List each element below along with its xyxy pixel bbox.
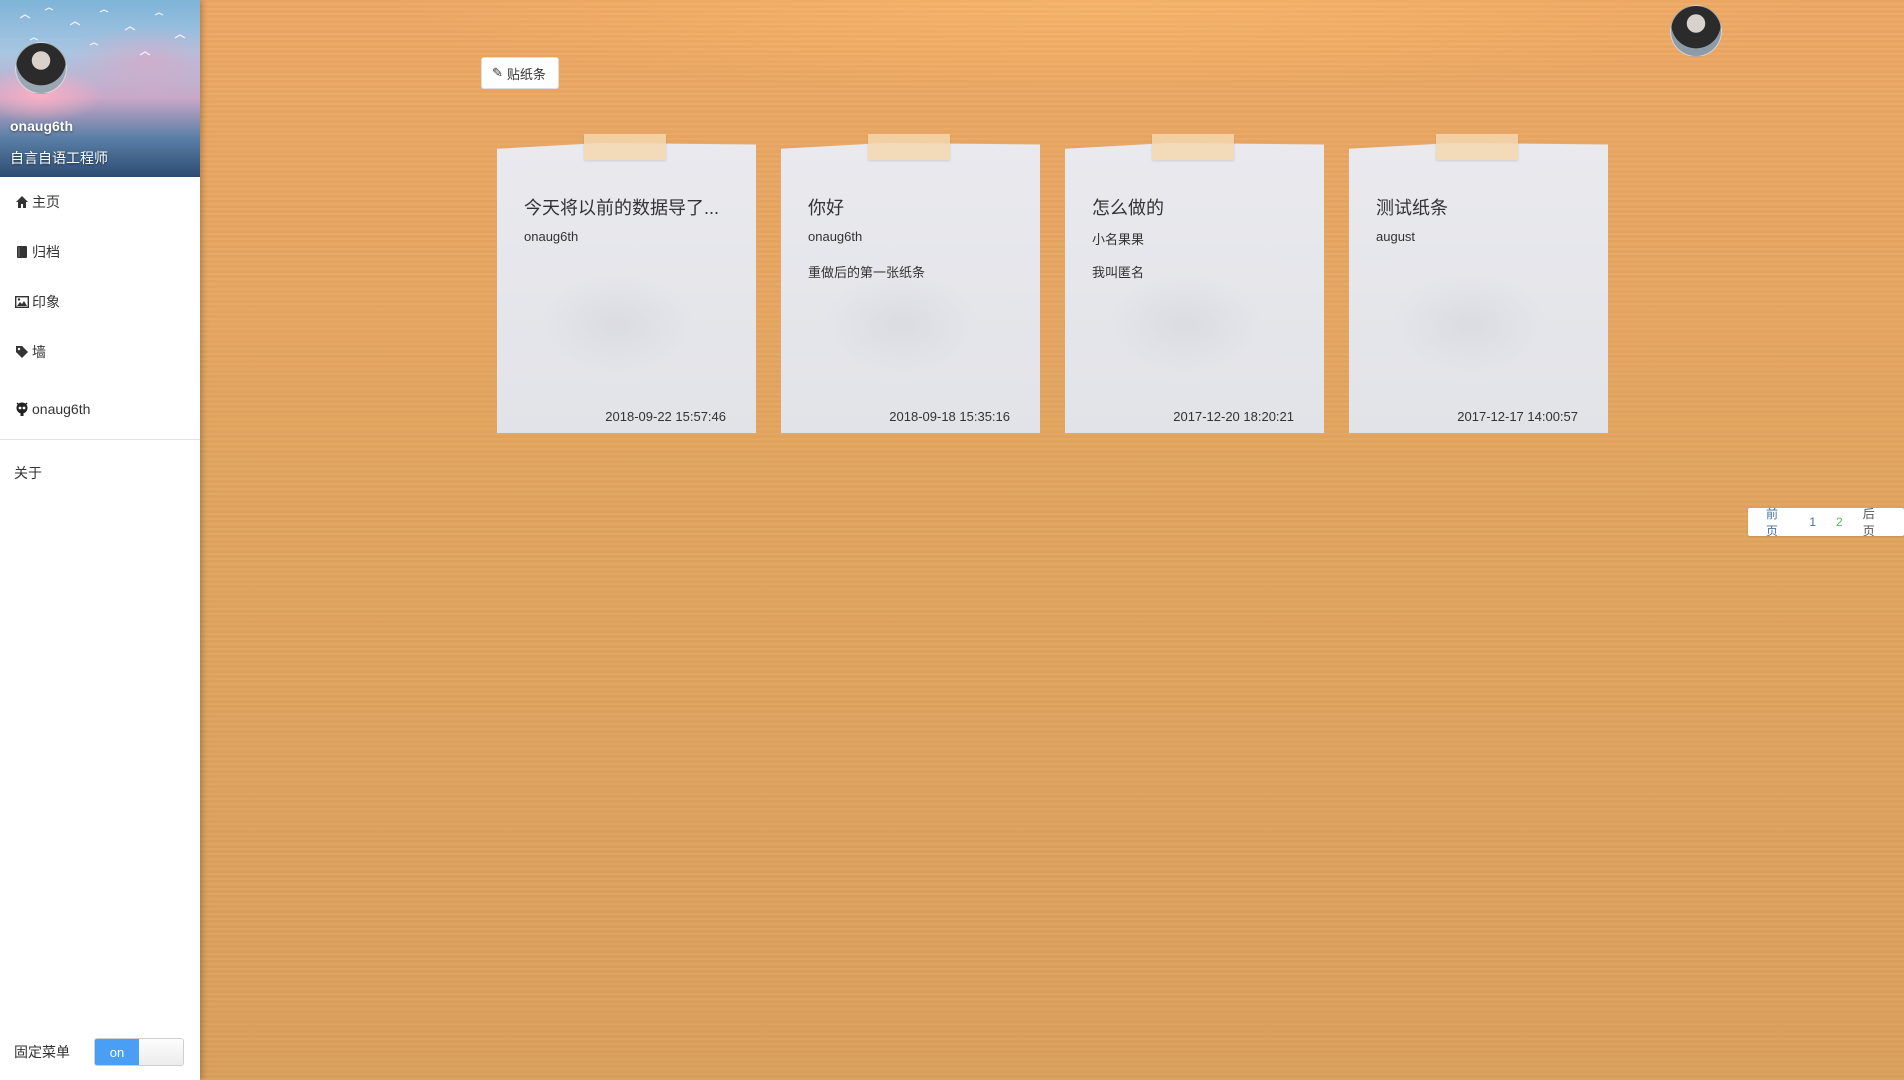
note-author: 小名果果 [1092, 232, 1145, 247]
note-time: 2017-12-17 14:00:57 [1457, 409, 1578, 424]
note-card[interactable]: 测试纸条 august 2017-12-17 14:00:57 [1349, 143, 1608, 433]
profile-bio: 自言自语工程师 [10, 150, 108, 166]
pager-prev[interactable]: 前页 [1756, 505, 1799, 539]
note-title: 你好 [808, 198, 844, 218]
pager-page-1[interactable]: 1 [1799, 515, 1826, 529]
tape-decoration [1436, 134, 1518, 160]
profile-banner: onaug6th 自言自语工程师 [0, 0, 200, 177]
tape-decoration [1152, 134, 1234, 160]
toggle-off-state [139, 1039, 183, 1065]
note-author: august [1376, 229, 1416, 244]
sidebar-item-wall[interactable]: 墙 [0, 327, 200, 377]
compose-note-label: 贴纸条 [506, 66, 546, 82]
github-icon [14, 401, 30, 417]
toggle-on-state: on [95, 1039, 139, 1065]
note-card[interactable]: 今天将以前的数据导了... onaug6th 2018-09-22 15:57:… [497, 143, 756, 433]
compose-note-button[interactable]: ✎ 贴纸条 [481, 57, 559, 89]
note-title: 今天将以前的数据导了... [524, 198, 720, 218]
profile-name: onaug6th [10, 118, 73, 134]
note-author: onaug6th [808, 229, 863, 244]
book-icon [14, 244, 30, 260]
image-icon [14, 294, 30, 310]
pager-next[interactable]: 后页 [1853, 505, 1896, 539]
home-icon [14, 194, 30, 210]
sidebar-item-archive[interactable]: 归档 [0, 227, 200, 277]
sidebar: onaug6th 自言自语工程师 主页 归档 印象 墙 onaug6th 关于 … [0, 0, 200, 1080]
sidebar-item-label: 墙 [32, 344, 46, 360]
note-author: onaug6th [524, 229, 579, 244]
note-time: 2018-09-22 15:57:46 [605, 409, 726, 424]
fix-menu-label: 固定菜单 [14, 1044, 70, 1060]
sidebar-item-github[interactable]: onaug6th [0, 377, 200, 437]
sidebar-item-label: 归档 [32, 244, 60, 260]
user-avatar[interactable] [1670, 5, 1722, 57]
sidebar-item-label: onaug6th [32, 401, 91, 417]
pager-page-2[interactable]: 2 [1826, 515, 1853, 529]
pencil-icon: ✎ [492, 65, 503, 80]
sidebar-item-home[interactable]: 主页 [0, 177, 200, 227]
tape-decoration [868, 134, 950, 160]
pagination: 前页 1 2 后页 [1748, 505, 1904, 539]
note-card[interactable]: 你好 onaug6th 重做后的第一张纸条 2018-09-18 15:35:1… [781, 143, 1040, 433]
sidebar-item-about[interactable]: 关于 [0, 440, 200, 506]
tape-decoration [584, 134, 666, 160]
note-content: 我叫匿名 [1092, 265, 1145, 280]
note-title: 怎么做的 [1092, 198, 1164, 218]
note-content: 重做后的第一张纸条 [808, 265, 926, 280]
sidebar-item-label: 印象 [32, 294, 60, 310]
sidebar-item-label: 主页 [32, 194, 60, 210]
profile-avatar[interactable] [15, 42, 67, 94]
sidebar-item-impression[interactable]: 印象 [0, 277, 200, 327]
nav-list: 主页 归档 印象 墙 onaug6th [0, 177, 200, 437]
note-title: 测试纸条 [1376, 198, 1448, 218]
note-time: 2018-09-18 15:35:16 [889, 409, 1010, 424]
wall-board: ✎ 贴纸条 今天将以前的数据导了... onaug6th 2018-09-22 … [200, 0, 1904, 1080]
note-card[interactable]: 怎么做的 小名果果 我叫匿名 2017-12-20 18:20:21 [1065, 143, 1324, 433]
fix-menu-control: 固定菜单 on [14, 1038, 184, 1066]
note-time: 2017-12-20 18:20:21 [1173, 409, 1294, 424]
tag-icon [14, 344, 30, 360]
fix-menu-toggle[interactable]: on [94, 1038, 184, 1066]
